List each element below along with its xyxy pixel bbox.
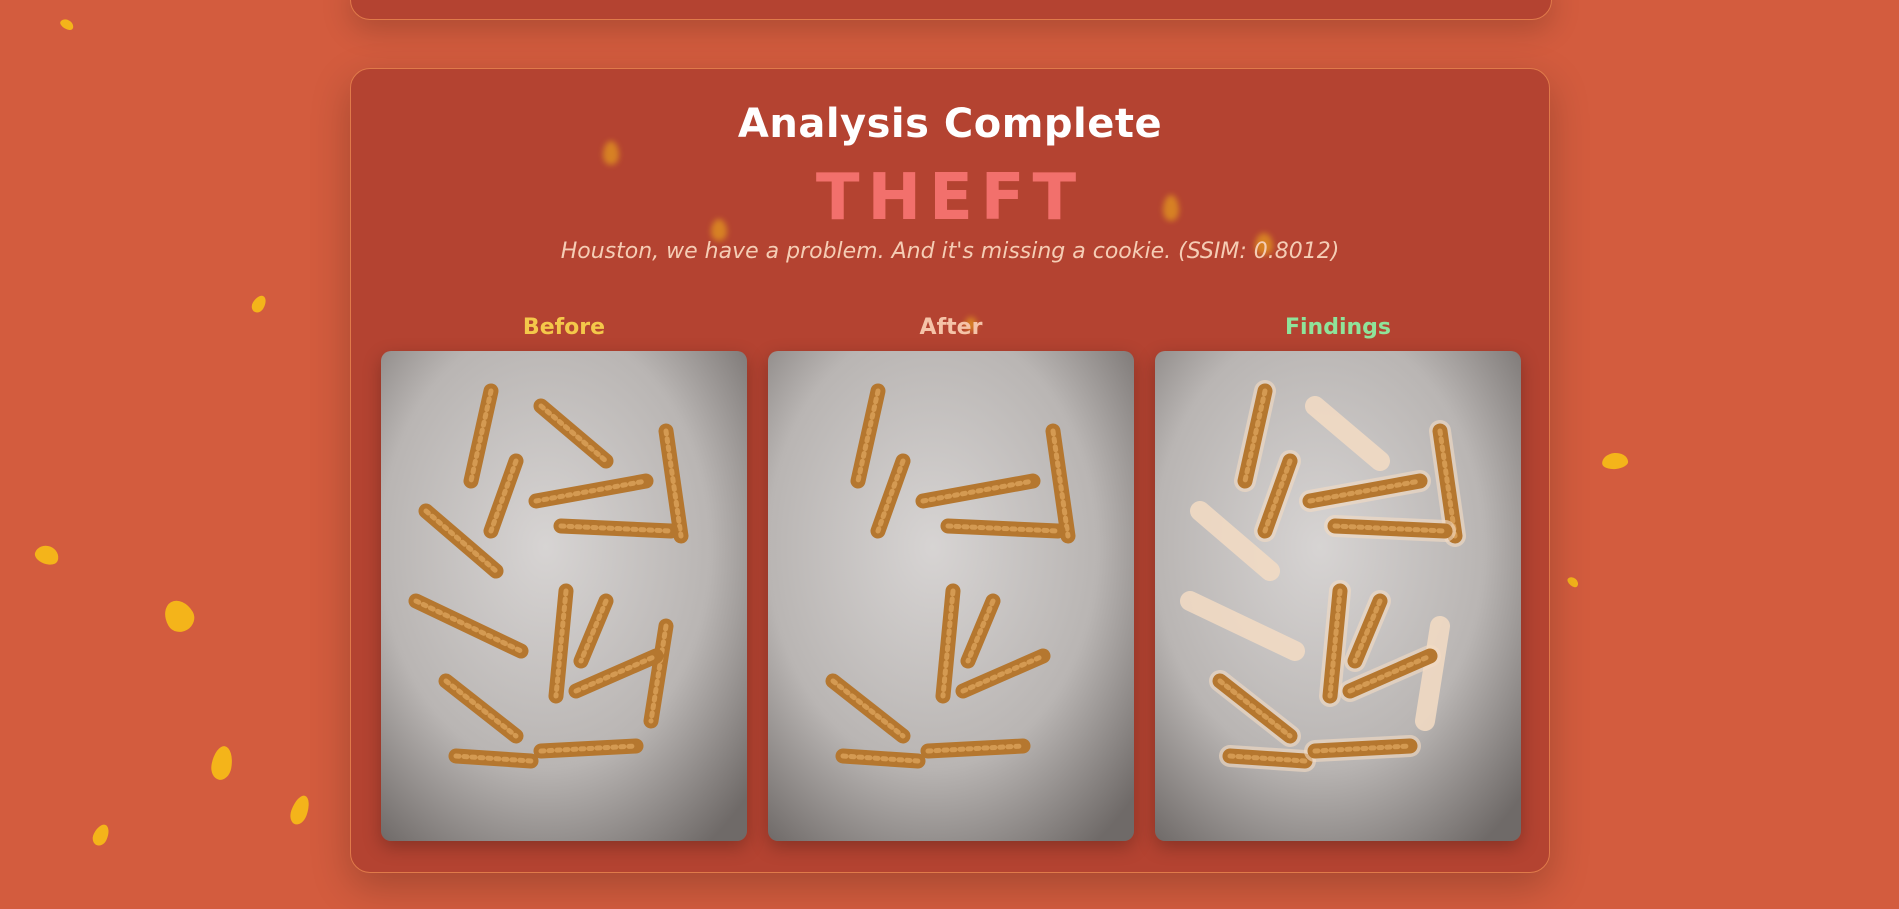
- after-photo[interactable]: [768, 351, 1134, 841]
- after-label: After: [919, 315, 983, 340]
- confetti-piece: [158, 595, 200, 637]
- before-photo[interactable]: [381, 351, 747, 841]
- result-message: Houston, we have a problem. And it's mis…: [560, 239, 1340, 264]
- analysis-title: Analysis Complete: [737, 101, 1163, 147]
- before-panel: Before: [381, 313, 747, 841]
- confetti-piece: [249, 293, 269, 315]
- findings-label: Findings: [1284, 315, 1392, 340]
- confetti-piece: [287, 793, 313, 827]
- page: Analysis Complete THEFT Houston, we have…: [0, 0, 1899, 909]
- confetti-piece: [58, 17, 76, 32]
- confetti-piece: [32, 542, 62, 568]
- findings-panel: Findings: [1155, 313, 1521, 841]
- confetti-piece: [1565, 575, 1581, 589]
- confetti-piece: [1601, 451, 1629, 471]
- verdict-text: THEFT: [815, 161, 1085, 235]
- findings-photo[interactable]: [1155, 351, 1521, 841]
- confetti-piece: [90, 822, 112, 848]
- after-panel: After: [768, 313, 1134, 841]
- analysis-result-card: Analysis Complete THEFT Houston, we have…: [350, 68, 1550, 873]
- before-label: Before: [522, 315, 606, 340]
- previous-result-card: [350, 0, 1552, 20]
- confetti-piece: [209, 744, 235, 782]
